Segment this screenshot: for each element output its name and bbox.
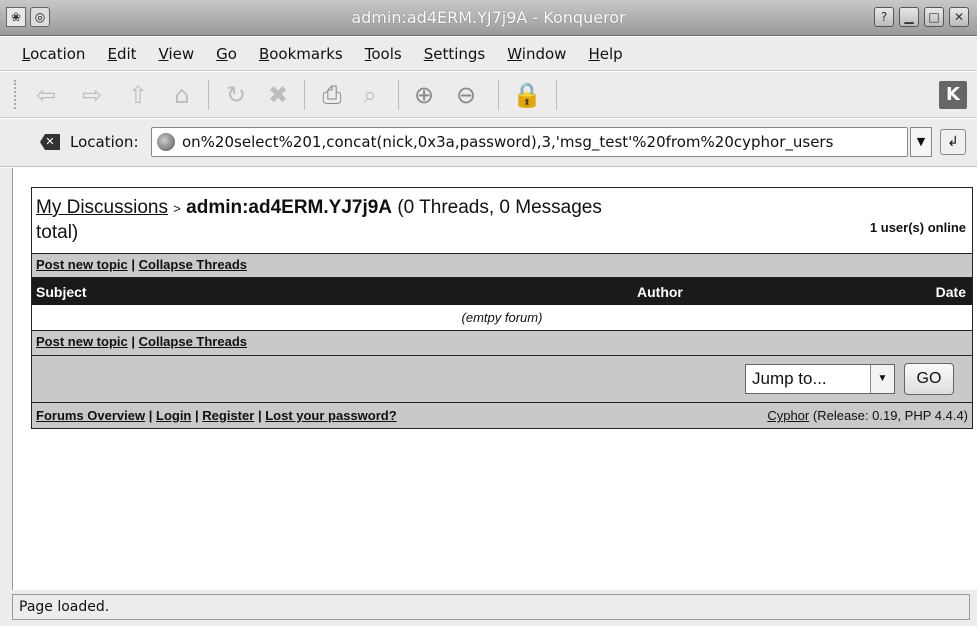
menu-bookmarks[interactable]: Bookmarks xyxy=(259,45,343,63)
post-new-topic-link[interactable]: Post new topic xyxy=(36,257,128,272)
menu-view[interactable]: View xyxy=(159,45,195,63)
breadcrumb: My Discussions > admin:ad4ERM.YJ7j9A (0 … xyxy=(36,196,636,245)
toolbar-separator xyxy=(556,80,557,110)
post-new-topic-link[interactable]: Post new topic xyxy=(36,334,128,349)
login-link[interactable]: Login xyxy=(156,408,191,423)
footer-divider: | xyxy=(195,408,199,423)
forum-header: My Discussions > admin:ad4ERM.YJ7j9A (0 … xyxy=(32,188,972,254)
collapse-threads-link[interactable]: Collapse Threads xyxy=(139,334,247,349)
column-author: Author xyxy=(637,284,683,300)
main-toolbar: ⇦ ⇨ ⇧ ⌂ ↻ ✖ ⎙ ⌕ ⊕ ⊖ 🔒 K xyxy=(0,72,977,118)
menu-location[interactable]: Location xyxy=(22,45,85,63)
footer-divider: | xyxy=(257,408,262,423)
page-content[interactable]: My Discussions > admin:ad4ERM.YJ7j9A (0 … xyxy=(12,168,975,590)
forum-name: admin:ad4ERM.YJ7j9A xyxy=(186,197,393,218)
menu-help[interactable]: Help xyxy=(588,45,622,63)
location-go-button[interactable]: ↲ xyxy=(940,129,966,155)
help-button[interactable]: ? xyxy=(874,7,894,27)
toolbar-separator xyxy=(304,80,305,110)
clear-location-icon[interactable]: ✕ xyxy=(40,134,60,150)
column-date: Date xyxy=(935,284,966,300)
forum-table: My Discussions > admin:ad4ERM.YJ7j9A (0 … xyxy=(31,187,973,429)
bottom-actions: Post new topic | Collapse Threads xyxy=(32,331,972,355)
kde-logo: K xyxy=(939,81,967,109)
footer-links: Forums Overview | Login | Register | Los… xyxy=(36,408,397,423)
location-input[interactable]: on%20select%201,concat(nick,0x3a,passwor… xyxy=(151,127,908,157)
site-favicon-icon xyxy=(157,133,175,151)
title-bar: ❀ ◎ admin:ad4ERM.YJ7j9A - Konqueror ? ▁ … xyxy=(0,0,977,36)
stop-icon[interactable]: ✖ xyxy=(264,81,292,109)
go-button[interactable]: GO xyxy=(904,363,954,395)
back-icon[interactable]: ⇦ xyxy=(32,81,60,109)
menu-go[interactable]: Go xyxy=(216,45,237,63)
toolbar-grip[interactable] xyxy=(14,80,18,109)
toolbar-separator xyxy=(498,80,499,110)
forward-icon[interactable]: ⇨ xyxy=(78,81,106,109)
location-dropdown-button[interactable]: ▼ xyxy=(910,127,932,157)
breadcrumb-separator: > xyxy=(173,201,181,216)
top-actions: Post new topic | Collapse Threads xyxy=(32,254,972,278)
footer-divider: | xyxy=(148,408,153,423)
home-icon[interactable]: ⌂ xyxy=(168,81,196,109)
menu-bar: Location Edit View Go Bookmarks Tools Se… xyxy=(0,37,977,71)
maximize-button[interactable]: □ xyxy=(924,7,944,27)
breadcrumb-my-discussions[interactable]: My Discussions xyxy=(36,197,168,218)
location-label: Location: xyxy=(70,133,139,151)
menu-edit[interactable]: Edit xyxy=(107,45,136,63)
location-toolbar: ✕ Location: on%20select%201,concat(nick,… xyxy=(0,119,977,167)
users-online: 1 user(s) online xyxy=(869,220,966,235)
empty-forum-message: (emtpy forum) xyxy=(32,305,972,331)
up-icon[interactable]: ⇧ xyxy=(124,81,152,109)
cyphor-link[interactable]: Cyphor xyxy=(767,408,809,423)
minimize-button[interactable]: ▁ xyxy=(899,7,919,27)
release-info: (Release: 0.19, PHP 4.4.4) xyxy=(812,408,968,423)
chevron-down-icon[interactable]: ▼ xyxy=(870,365,894,393)
zoom-in-icon[interactable]: ⊕ xyxy=(410,81,438,109)
location-url[interactable]: on%20select%201,concat(nick,0x3a,passwor… xyxy=(182,133,833,151)
column-subject: Subject xyxy=(36,284,87,300)
menu-tools[interactable]: Tools xyxy=(365,45,402,63)
toolbar-separator xyxy=(398,80,399,110)
window-title: admin:ad4ERM.YJ7j9A - Konqueror xyxy=(351,8,626,27)
jump-row: Jump to... ▼ GO xyxy=(32,355,972,403)
lost-password-link[interactable]: Lost your password? xyxy=(265,408,396,423)
action-divider: | xyxy=(131,257,135,272)
credits: Cyphor (Release: 0.19, PHP 4.4.4) xyxy=(767,408,968,423)
menu-window[interactable]: Window xyxy=(507,45,566,63)
thread-table-header: Subject Author Date xyxy=(32,278,972,305)
close-button[interactable]: ✕ xyxy=(949,7,969,27)
forum-footer: Forums Overview | Login | Register | Los… xyxy=(32,403,972,428)
jump-to-selected: Jump to... xyxy=(752,369,827,388)
register-link[interactable]: Register xyxy=(202,408,254,423)
status-text: Page loaded. xyxy=(12,594,970,620)
reload-icon[interactable]: ↻ xyxy=(222,81,250,109)
toolbar-separator xyxy=(208,80,209,110)
status-bar: Page loaded. xyxy=(0,590,977,626)
jump-to-select[interactable]: Jump to... ▼ xyxy=(745,364,895,394)
forums-overview-link[interactable]: Forums Overview xyxy=(36,408,145,423)
security-icon[interactable]: 🔒 xyxy=(512,81,542,109)
menu-settings[interactable]: Settings xyxy=(424,45,486,63)
print-icon[interactable]: ⎙ xyxy=(318,81,346,109)
find-icon[interactable]: ⌕ xyxy=(356,81,384,109)
collapse-threads-link[interactable]: Collapse Threads xyxy=(139,257,247,272)
action-divider: | xyxy=(131,334,135,349)
left-frame-edge xyxy=(0,168,12,590)
zoom-out-icon[interactable]: ⊖ xyxy=(452,81,480,109)
